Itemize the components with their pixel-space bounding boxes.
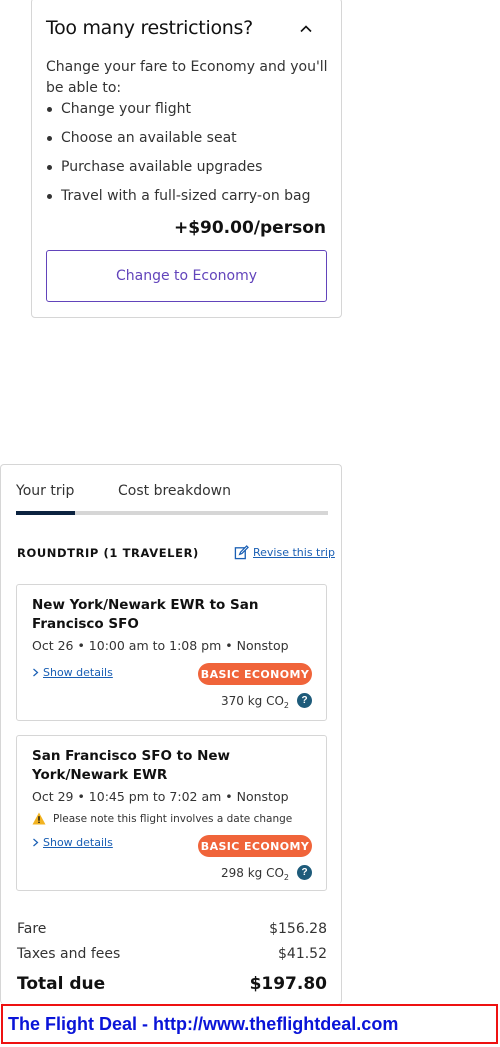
flight-route: New York/Newark EWR to San Francisco SFO: [32, 597, 259, 632]
restrictions-title: Too many restrictions?: [46, 17, 253, 39]
total-row: Total due $197.80: [17, 974, 327, 994]
co2-value: 370 kg CO2: [220, 693, 289, 710]
taxes-label: Taxes and fees: [17, 946, 121, 962]
show-details-link[interactable]: Show details: [32, 666, 113, 679]
show-details-label[interactable]: Show details: [43, 666, 113, 679]
total-value: $197.80: [249, 974, 327, 994]
chevron-right-icon: [33, 668, 39, 677]
co2-value: 298 kg CO2: [220, 865, 289, 882]
flight-segment-return: San Francisco SFO to New York/Newark EWR…: [16, 735, 327, 891]
help-icon[interactable]: ?: [297, 865, 312, 880]
revise-trip-link[interactable]: Revise this trip: [234, 545, 335, 560]
upgrade-price: +$90.00/person: [173, 218, 326, 238]
revise-trip-label[interactable]: Revise this trip: [253, 546, 335, 559]
watermark-text: The Flight Deal - http://www.theflightde…: [8, 1013, 399, 1034]
fare-label: Fare: [17, 921, 47, 937]
co2-emissions: 370 kg CO2 ?: [220, 693, 312, 710]
taxes-row: Taxes and fees $41.52: [17, 946, 327, 962]
watermark-banner: The Flight Deal - http://www.theflightde…: [1, 1004, 498, 1044]
benefit-item: Choose an available seat: [46, 128, 336, 157]
fare-class-badge: BASIC ECONOMY: [198, 835, 312, 857]
flight-route: San Francisco SFO to New York/Newark EWR: [32, 748, 230, 783]
restrictions-intro: Change your fare to Economy and you'll b…: [46, 59, 328, 96]
flight-schedule: Oct 26 • 10:00 am to 1:08 pm • Nonstop: [32, 638, 289, 653]
warning-text: Please note this flight involves a date …: [53, 812, 293, 825]
chevron-right-icon: [33, 838, 39, 847]
bullet-dot: [47, 107, 52, 112]
warning-icon: [32, 812, 46, 825]
show-details-label[interactable]: Show details: [43, 836, 113, 849]
show-details-link[interactable]: Show details: [32, 836, 113, 849]
benefits-list: Change your flight Choose an available s…: [46, 99, 336, 215]
flight-schedule: Oct 29 • 10:45 pm to 7:02 am • Nonstop: [32, 789, 289, 804]
trip-heading: ROUNDTRIP (1 TRAVELER): [17, 546, 199, 560]
total-label: Total due: [17, 974, 106, 994]
tab-your-trip[interactable]: Your trip: [16, 483, 74, 499]
bullet-dot: [47, 194, 52, 199]
benefit-item: Change your flight: [46, 99, 336, 128]
tab-active-indicator: [16, 511, 75, 515]
taxes-value: $41.52: [278, 946, 327, 962]
tab-cost-breakdown[interactable]: Cost breakdown: [118, 483, 231, 499]
bullet-dot: [47, 136, 52, 141]
help-icon[interactable]: ?: [297, 693, 312, 708]
trip-summary-card: Your trip Cost breakdown ROUNDTRIP (1 TR…: [0, 464, 342, 1004]
restrictions-card: Too many restrictions? Change your fare …: [31, 0, 342, 318]
date-change-warning: Please note this flight involves a date …: [32, 812, 292, 825]
co2-emissions: 298 kg CO2 ?: [220, 865, 312, 882]
bullet-dot: [47, 165, 52, 170]
benefit-item: Purchase available upgrades: [46, 157, 336, 186]
benefit-item: Travel with a full-sized carry-on bag: [46, 186, 336, 215]
fare-class-badge: BASIC ECONOMY: [198, 663, 312, 685]
fare-row: Fare $156.28: [17, 921, 327, 937]
chevron-up-icon[interactable]: [300, 23, 312, 35]
edit-icon: [234, 545, 249, 560]
change-to-economy-button[interactable]: Change to Economy: [46, 250, 327, 302]
flight-segment-outbound: New York/Newark EWR to San Francisco SFO…: [16, 584, 327, 721]
fare-value: $156.28: [269, 921, 327, 937]
trip-tabs: Your trip Cost breakdown: [16, 483, 328, 515]
